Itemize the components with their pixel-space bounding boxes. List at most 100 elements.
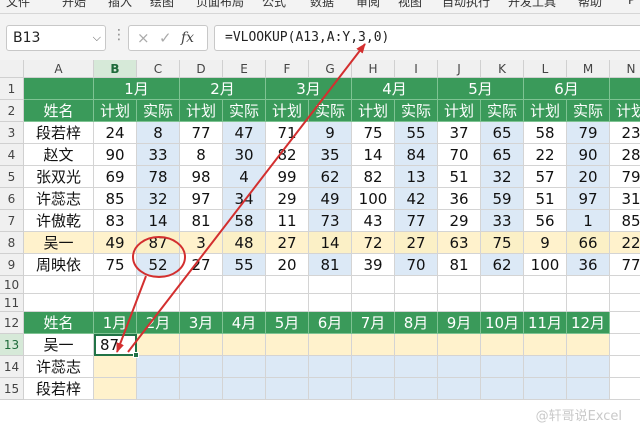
table1-value-cell[interactable]: 22 [524, 144, 567, 166]
table1-name-cell[interactable]: 赵文 [24, 144, 94, 166]
table1-value-cell[interactable]: 75 [481, 232, 524, 254]
table1-value-cell[interactable]: 8 [137, 122, 180, 144]
column-header[interactable]: F [266, 60, 309, 78]
table2-month-header[interactable]: 10月 [481, 312, 524, 334]
table2-value-cell[interactable] [266, 334, 309, 356]
table1-value-cell[interactable]: 13 [395, 166, 438, 188]
table2-name-cell[interactable]: 许蕊志 [24, 356, 94, 378]
table1-header-blank[interactable] [610, 78, 640, 100]
table1-value-cell[interactable]: 62 [481, 254, 524, 276]
row-header[interactable]: 15 [0, 378, 24, 400]
table1-value-cell[interactable]: 66 [567, 232, 610, 254]
table2-value-cell[interactable] [266, 378, 309, 400]
table1-value-cell[interactable]: 69 [94, 166, 137, 188]
table1-value-cell[interactable]: 52 [137, 254, 180, 276]
empty-cell[interactable] [481, 276, 524, 294]
table2-name-cell[interactable]: 吴一 [24, 334, 94, 356]
more-options-icon[interactable]: ⋮ [112, 27, 127, 43]
table1-value-cell[interactable]: 90 [94, 144, 137, 166]
table1-value-cell[interactable]: 34 [223, 188, 266, 210]
empty-cell[interactable] [567, 294, 610, 312]
table2-value-cell[interactable] [524, 334, 567, 356]
select-all-corner[interactable] [0, 60, 24, 78]
empty-cell[interactable] [610, 294, 640, 312]
table1-value-cell[interactable]: 87 [137, 232, 180, 254]
table1-value-cell[interactable]: 97 [567, 188, 610, 210]
row-header[interactable]: 6 [0, 188, 24, 210]
table1-value-cell[interactable]: 37 [438, 122, 481, 144]
table1-value-cell[interactable]: 58 [524, 122, 567, 144]
name-box[interactable]: B13 ⌵ [6, 25, 106, 51]
table2-value-cell[interactable] [395, 378, 438, 400]
table1-value-cell[interactable]: 9 [524, 232, 567, 254]
table1-month-header[interactable]: 3月 [266, 78, 352, 100]
table1-plan-header[interactable]: 计划 [438, 100, 481, 122]
column-header[interactable]: I [395, 60, 438, 78]
table1-value-cell[interactable]: 1 [567, 210, 610, 232]
ribbon-tab[interactable]: 绘图 [150, 0, 174, 10]
table2-month-header[interactable]: 1月 [94, 312, 137, 334]
column-header[interactable]: L [524, 60, 567, 78]
ribbon-tab[interactable]: 开始 [62, 0, 86, 10]
table2-value-cell[interactable] [137, 356, 180, 378]
table1-value-cell[interactable]: 35 [309, 144, 352, 166]
table1-value-cell[interactable]: 36 [438, 188, 481, 210]
empty-cell[interactable] [524, 276, 567, 294]
table2-value-cell[interactable] [180, 356, 223, 378]
column-header[interactable]: A [24, 60, 94, 78]
table1-value-cell[interactable]: 42 [395, 188, 438, 210]
row-header[interactable]: 13 [0, 334, 24, 356]
table1-value-cell[interactable]: 79 [567, 122, 610, 144]
row-header[interactable]: 12 [0, 312, 24, 334]
table2-value-cell[interactable] [352, 334, 395, 356]
cancel-icon[interactable]: × [137, 29, 150, 47]
table1-value-cell[interactable]: 27 [395, 232, 438, 254]
table1-value-cell[interactable]: 23 [610, 122, 640, 144]
table1-value-cell[interactable]: 56 [524, 210, 567, 232]
row-header[interactable]: 9 [0, 254, 24, 276]
table1-value-cell[interactable]: 85 [610, 210, 640, 232]
row-header[interactable]: 7 [0, 210, 24, 232]
column-header[interactable]: M [567, 60, 610, 78]
column-header[interactable]: D [180, 60, 223, 78]
table1-value-cell[interactable]: 77 [610, 254, 640, 276]
table1-value-cell[interactable]: 55 [395, 122, 438, 144]
ribbon-tab[interactable]: 文件 [6, 0, 30, 10]
table2-value-cell[interactable] [481, 334, 524, 356]
chevron-down-icon[interactable]: ⌵ [93, 26, 101, 50]
table1-value-cell[interactable]: 43 [352, 210, 395, 232]
insert-function-icon[interactable]: fx [181, 30, 194, 46]
row-header[interactable]: 4 [0, 144, 24, 166]
table1-month-header[interactable]: 4月 [352, 78, 438, 100]
table1-value-cell[interactable]: 77 [395, 210, 438, 232]
table1-value-cell[interactable]: 22 [610, 232, 640, 254]
table2-value-cell[interactable] [395, 356, 438, 378]
table1-value-cell[interactable]: 81 [309, 254, 352, 276]
table1-header-blank[interactable] [24, 78, 94, 100]
table1-value-cell[interactable]: 65 [481, 144, 524, 166]
table2-month-header[interactable]: 7月 [352, 312, 395, 334]
table2-value-cell[interactable] [438, 378, 481, 400]
table1-value-cell[interactable]: 30 [223, 144, 266, 166]
empty-cell[interactable] [610, 276, 640, 294]
row-header[interactable]: 5 [0, 166, 24, 188]
empty-cell[interactable] [223, 294, 266, 312]
table2-value-cell[interactable] [524, 378, 567, 400]
table1-value-cell[interactable]: 20 [266, 254, 309, 276]
table1-value-cell[interactable]: 58 [223, 210, 266, 232]
table2-month-header[interactable]: 12月 [567, 312, 610, 334]
empty-cell[interactable] [94, 294, 137, 312]
table1-value-cell[interactable]: 57 [524, 166, 567, 188]
column-header[interactable]: N [610, 60, 640, 78]
empty-cell[interactable] [137, 276, 180, 294]
empty-cell[interactable] [395, 294, 438, 312]
table1-value-cell[interactable]: 98 [180, 166, 223, 188]
table2-value-cell[interactable] [481, 356, 524, 378]
table1-value-cell[interactable]: 77 [180, 122, 223, 144]
table1-value-cell[interactable]: 32 [481, 166, 524, 188]
table2-month-header[interactable]: 9月 [438, 312, 481, 334]
table2-value-cell[interactable] [94, 378, 137, 400]
table1-value-cell[interactable]: 84 [395, 144, 438, 166]
empty-cell[interactable] [266, 276, 309, 294]
table2-value-cell[interactable] [309, 378, 352, 400]
